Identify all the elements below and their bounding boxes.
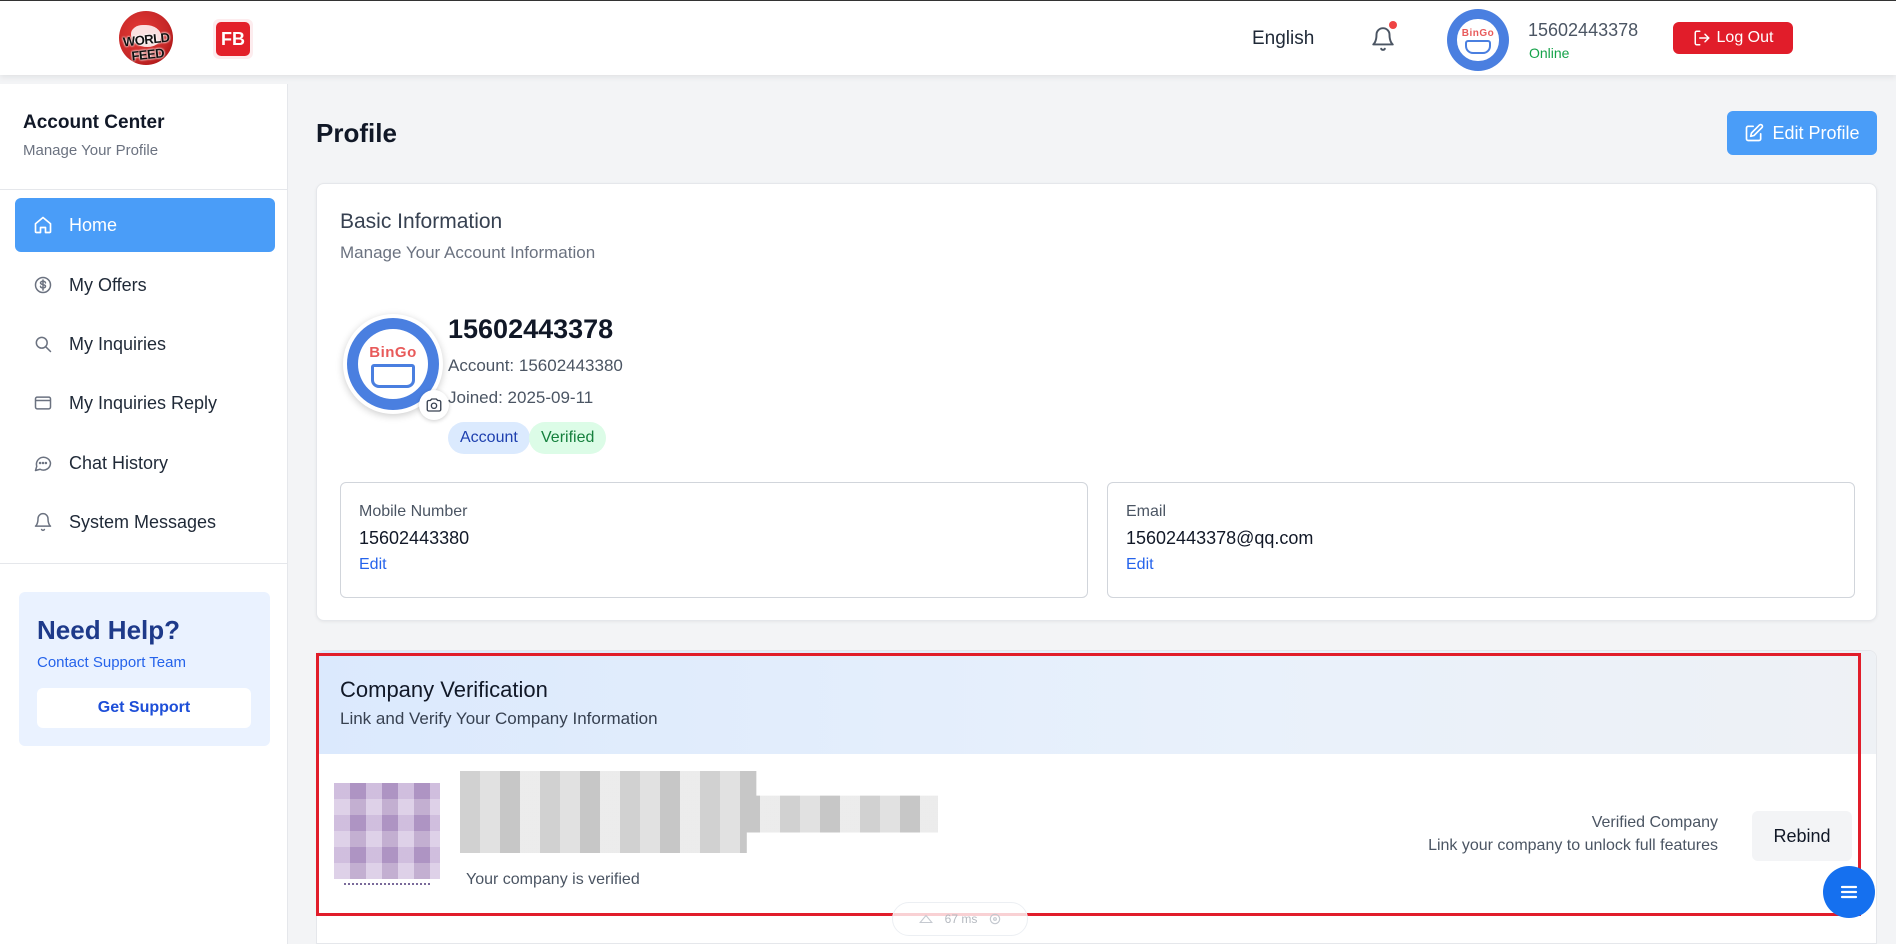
camera-icon — [426, 398, 442, 412]
help-card: Need Help? Contact Support Team Get Supp… — [19, 592, 270, 746]
menu-icon — [1840, 885, 1858, 899]
sidebar-item-chat-history[interactable]: Chat History — [15, 436, 275, 490]
edit-email-link[interactable]: Edit — [1126, 556, 1154, 574]
logout-button[interactable]: Log Out — [1673, 22, 1793, 54]
profile-joined: Joined: 2025-09-11 — [448, 388, 594, 407]
mobile-label: Mobile Number — [359, 503, 468, 520]
company-card-header: Company Verification Link and Verify You… — [317, 651, 1876, 754]
floating-menu-button[interactable] — [1823, 866, 1875, 918]
email-label: Email — [1126, 503, 1167, 520]
sidebar-item-home[interactable]: Home — [15, 198, 275, 252]
company-status-text: Your company is verified — [466, 871, 640, 888]
profile-name: 15602443378 — [448, 314, 614, 344]
header-avatar[interactable]: BinGo — [1447, 9, 1509, 71]
card-icon — [34, 396, 52, 410]
sidebar-item-label: My Inquiries — [69, 333, 167, 354]
top-header: WORLD FEED FB English BinGo 15602443378 … — [0, 0, 1896, 75]
sidebar-item-label: System Messages — [69, 511, 217, 532]
page-title: Profile — [316, 118, 397, 148]
target-icon — [990, 913, 1001, 925]
company-title: Company Verification — [340, 677, 548, 702]
get-support-button[interactable]: Get Support — [37, 688, 251, 728]
sidebar-divider — [0, 563, 288, 564]
logo-text: WORLD FEED — [122, 29, 171, 64]
email-value: 15602443378@qq.com — [1126, 528, 1314, 548]
language-selector[interactable]: English — [1252, 28, 1314, 50]
sidebar: Account Center Manage Your Profile Home … — [0, 84, 288, 944]
sidebar-item-system-messages[interactable]: System Messages — [15, 495, 275, 549]
mobile-value: 15602443380 — [359, 528, 470, 548]
profile-account: Account: 15602443380 — [448, 356, 623, 375]
fps-text: 67 ms — [944, 912, 978, 926]
change-avatar-button[interactable] — [419, 390, 449, 420]
sidebar-item-label: Chat History — [69, 452, 169, 473]
chat-icon — [34, 456, 52, 472]
world-feed-logo[interactable]: WORLD FEED — [110, 11, 184, 65]
verified-company-label: Verified Company — [1591, 814, 1718, 831]
fb-logo-text: FB — [216, 22, 250, 56]
company-subtitle: Link and Verify Your Company Information — [340, 709, 658, 728]
sidebar-item-label: Home — [69, 214, 118, 235]
header-user-status: Online — [1529, 45, 1570, 61]
fb-logo[interactable]: FB — [213, 19, 253, 59]
bell-icon — [34, 512, 52, 532]
notification-button[interactable] — [1370, 21, 1397, 52]
company-verification-card: Company Verification Link and Verify You… — [316, 650, 1877, 944]
logout-label: Log Out — [1716, 29, 1774, 46]
avatar-text: BinGo — [369, 343, 417, 361]
notification-dot — [1389, 21, 1397, 29]
dollar-circle-icon — [34, 276, 52, 294]
help-title: Need Help? — [37, 615, 181, 645]
bell-icon — [1372, 27, 1394, 51]
basic-info-subtitle: Manage Your Account Information — [340, 243, 596, 262]
basic-information-card: Basic Information Manage Your Account In… — [316, 183, 1877, 621]
hidden-eye-icon — [918, 914, 933, 924]
basic-info-title: Basic Information — [340, 210, 503, 233]
logout-icon — [1694, 30, 1710, 46]
edit-profile-button[interactable]: Edit Profile — [1727, 111, 1877, 155]
edit-icon — [1746, 123, 1764, 142]
sidebar-item-label: My Inquiries Reply — [69, 392, 218, 413]
mobile-number-box: Mobile Number 15602443380 Edit — [340, 482, 1088, 598]
company-logo-blurred — [334, 783, 440, 885]
help-subtitle: Contact Support Team — [37, 654, 186, 671]
edit-mobile-link[interactable]: Edit — [359, 556, 387, 574]
edit-profile-label: Edit Profile — [1772, 122, 1860, 143]
company-name-blurred — [460, 771, 938, 853]
performance-overlay: 67 ms — [892, 902, 1028, 936]
search-icon — [35, 336, 52, 353]
book-icon — [370, 364, 416, 388]
sidebar-title: Account Center — [23, 112, 165, 133]
header-user-name: 15602443378 — [1528, 20, 1639, 40]
email-box: Email 15602443378@qq.com Edit — [1107, 482, 1855, 598]
home-icon — [34, 216, 52, 234]
sidebar-item-my-inquiries-reply[interactable]: My Inquiries Reply — [15, 376, 275, 430]
sidebar-item-label: My Offers — [69, 274, 147, 295]
sidebar-item-my-inquiries[interactable]: My Inquiries — [15, 317, 275, 371]
book-icon — [1465, 40, 1491, 55]
sidebar-divider — [0, 189, 288, 190]
rebind-button[interactable]: Rebind — [1752, 811, 1852, 861]
avatar-text: BinGo — [1461, 28, 1495, 40]
sidebar-item-my-offers[interactable]: My Offers — [15, 258, 275, 312]
account-badge: Account — [448, 422, 530, 454]
verified-company-hint: Link your company to unlock full feature… — [1428, 837, 1718, 854]
sidebar-subtitle: Manage Your Profile — [23, 142, 159, 159]
verified-badge: Verified — [529, 422, 607, 454]
